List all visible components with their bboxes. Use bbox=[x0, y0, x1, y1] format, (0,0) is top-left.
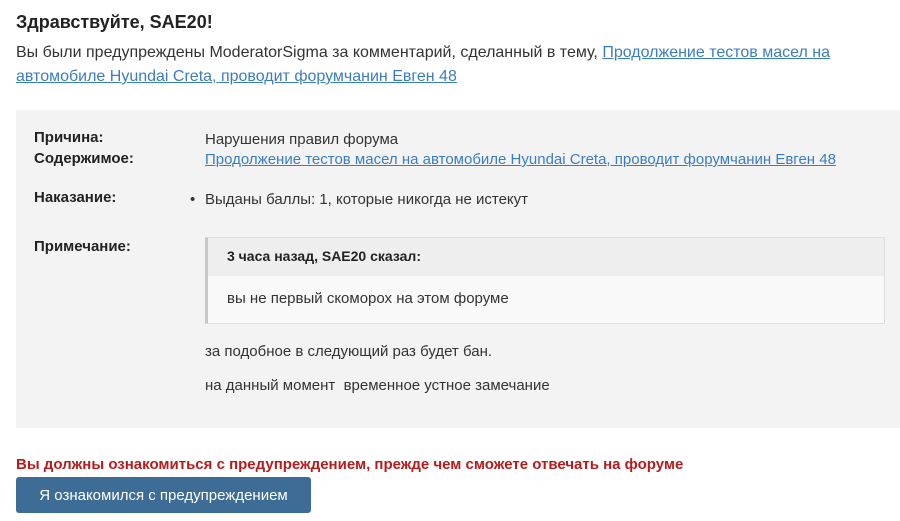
note-label: Примечание: bbox=[34, 238, 131, 255]
reason-label: Причина: bbox=[34, 129, 104, 146]
quote-text: вы не первый скоморох на этом форуме bbox=[227, 290, 509, 307]
note-line: на данный момент временное устное замеча… bbox=[205, 377, 550, 394]
note-line: за подобное в следующий раз будет бан. bbox=[205, 343, 493, 360]
content-link[interactable]: Продолжение тестов масел на автомобиле H… bbox=[205, 151, 836, 168]
warning-intro: Вы были предупреждены ModeratorSigma за … bbox=[16, 41, 892, 89]
content-label: Содержимое: bbox=[34, 150, 134, 167]
must-acknowledge-warning: Вы должны ознакомиться с предупреждением… bbox=[16, 456, 684, 473]
reason-value: Нарушения правил форума bbox=[205, 131, 399, 148]
greeting-title: Здравствуйте, SAE20! bbox=[16, 12, 213, 32]
warning-details-panel: Причина: Нарушения правил форума Содержи… bbox=[16, 110, 900, 428]
quote-block: 3 часа назад, SAE20 сказал: вы не первый… bbox=[205, 237, 885, 324]
penalty-label: Наказание: bbox=[34, 189, 117, 206]
warning-page: Здравствуйте, SAE20! Вы были предупрежде… bbox=[0, 0, 900, 521]
content-value: Продолжение тестов масел на автомобиле H… bbox=[205, 149, 885, 170]
bullet-icon: • bbox=[190, 191, 196, 208]
penalty-list: • Выданы баллы: 1, которые никогда не ис… bbox=[190, 189, 529, 210]
quote-header: 3 часа назад, SAE20 сказал: bbox=[208, 238, 884, 276]
acknowledge-button[interactable]: Я ознакомился с предупреждением bbox=[16, 477, 311, 513]
intro-text: Вы были предупреждены ModeratorSigma за … bbox=[16, 44, 603, 61]
penalty-item-text: Выданы баллы: 1, которые никогда не исте… bbox=[205, 191, 529, 208]
penalty-item: • Выданы баллы: 1, которые никогда не ис… bbox=[190, 189, 529, 210]
